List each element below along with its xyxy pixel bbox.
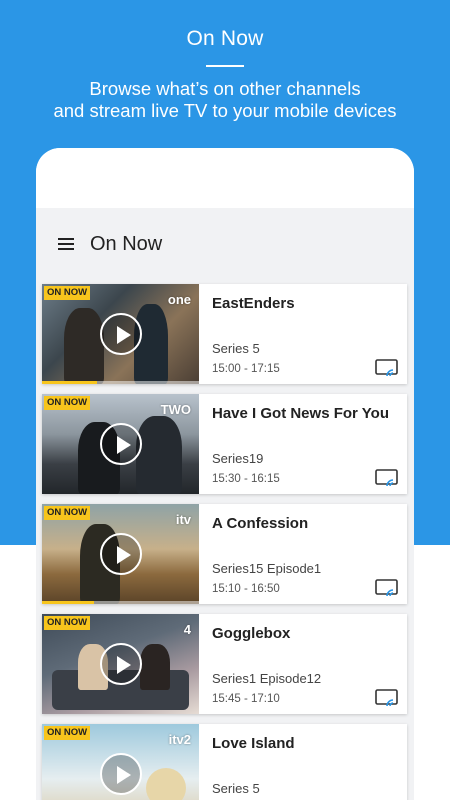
promo-subtitle: Browse what’s on other channels and stre… (0, 78, 450, 122)
programme-title: Love Island (212, 735, 295, 752)
progress-bar (42, 381, 199, 384)
programme-thumbnail: ON NOW TWO (42, 394, 199, 494)
programme-title: A Confession (212, 515, 309, 532)
programme-info: A Confession Series15 Episode1 15:10 - 1… (212, 504, 407, 604)
channel-logo: one (167, 292, 191, 307)
channel-logo: 4 (183, 622, 191, 637)
play-icon[interactable] (100, 753, 142, 795)
programme-title: Gogglebox (212, 625, 291, 642)
channel-logo: itv2 (168, 732, 191, 747)
programme-info: Gogglebox Series1 Episode12 15:45 - 17:1… (212, 614, 407, 714)
programme-info: Love Island Series 5 (212, 724, 407, 800)
on-now-badge: ON NOW (44, 506, 91, 520)
app-screen: On Now ON NOW one EastEnders Series 5 15… (36, 208, 414, 800)
cast-icon[interactable] (375, 579, 399, 597)
programme-time: 15:10 - 16:50 (212, 583, 280, 595)
programme-series: Series15 Episode1 (212, 561, 322, 576)
programme-thumbnail: ON NOW itv (42, 504, 199, 604)
on-now-badge: ON NOW (44, 396, 91, 410)
cast-icon[interactable] (375, 359, 399, 377)
programme-title: Have I Got News For You (212, 405, 389, 422)
on-now-badge: ON NOW (44, 616, 91, 630)
play-icon[interactable] (100, 643, 142, 685)
programme-time: 15:00 - 17:15 (212, 363, 280, 375)
progress-bar (42, 601, 199, 604)
programme-card[interactable]: ON NOW itv A Confession Series15 Episode… (42, 504, 407, 604)
programme-card[interactable]: ON NOW one EastEnders Series 5 15:00 - 1… (42, 284, 407, 384)
channel-logo: itv (175, 512, 191, 527)
cast-icon[interactable] (375, 469, 399, 487)
programme-series: Series1 Episode12 (212, 671, 322, 686)
on-now-badge: ON NOW (44, 726, 91, 740)
hamburger-menu-icon[interactable] (58, 238, 74, 250)
programme-card[interactable]: ON NOW TWO Have I Got News For You Serie… (42, 394, 407, 494)
programme-info: EastEnders Series 5 15:00 - 17:15 (212, 284, 407, 384)
on-now-badge: ON NOW (44, 286, 91, 300)
programme-series: Series 5 (212, 781, 260, 796)
programme-thumbnail: ON NOW itv2 (42, 724, 199, 800)
programme-time: 15:45 - 17:10 (212, 693, 280, 705)
programme-title: EastEnders (212, 295, 295, 312)
play-icon[interactable] (100, 533, 142, 575)
promo-subtitle-line1: Browse what’s on other channels (89, 78, 361, 99)
promo-title: On Now (186, 27, 264, 50)
programme-card[interactable]: ON NOW 4 Gogglebox Series1 Episode12 15:… (42, 614, 407, 714)
programme-thumbnail: ON NOW 4 (42, 614, 199, 714)
programme-info: Have I Got News For You Series19 15:30 -… (212, 394, 407, 494)
status-bar (36, 148, 414, 208)
cast-icon[interactable] (375, 689, 399, 707)
play-icon[interactable] (100, 423, 142, 465)
app-header: On Now (36, 208, 414, 280)
programme-time: 15:30 - 16:15 (212, 473, 280, 485)
promo-subtitle-line2: and stream live TV to your mobile device… (53, 100, 397, 121)
app-title: On Now (90, 232, 163, 255)
programme-thumbnail: ON NOW one (42, 284, 199, 384)
promo-divider (206, 65, 244, 67)
phone-frame: On Now ON NOW one EastEnders Series 5 15… (36, 148, 414, 800)
play-icon[interactable] (100, 313, 142, 355)
programme-series: Series 5 (212, 341, 260, 356)
programme-card[interactable]: ON NOW itv2 Love Island Series 5 (42, 724, 407, 800)
channel-logo: TWO (160, 402, 191, 417)
programme-series: Series19 (212, 451, 264, 466)
